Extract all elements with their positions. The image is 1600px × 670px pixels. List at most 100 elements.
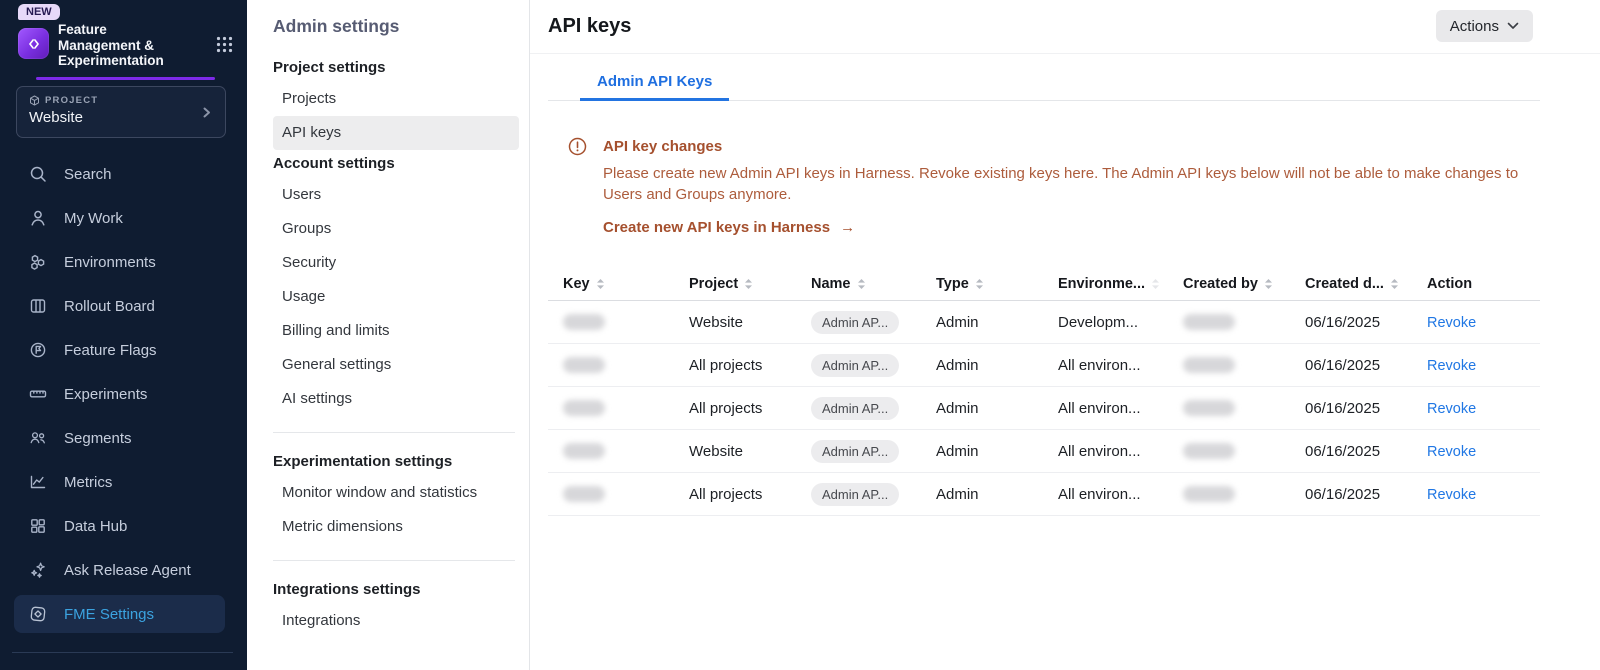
chevron-right-icon [200,106,213,119]
settings-item-security[interactable]: Security [273,246,515,280]
revoke-link[interactable]: Revoke [1427,401,1476,417]
sidebar-item-data-hub[interactable]: Data Hub [0,504,247,548]
settings-item-integrations[interactable]: Integrations [273,604,515,638]
key-cell [548,486,689,502]
column-header-created-date[interactable]: Created d... [1305,276,1427,292]
app-sidebar: NEW Feature Management & Experimentation [0,0,247,670]
project-cell: All projects [689,486,811,503]
sidebar-item-fme-settings[interactable]: FME Settings [0,592,247,636]
new-badge: NEW [18,4,60,20]
section-project-settings: Project settings [273,59,515,76]
sidebar-item-search[interactable]: Search [0,152,247,196]
sparkles-icon [28,560,48,580]
column-header-key[interactable]: Key [548,276,689,292]
revoke-link[interactable]: Revoke [1427,315,1476,331]
chevron-down-icon [1507,22,1519,30]
project-cell: Website [689,443,811,460]
project-cell: All projects [689,357,811,374]
name-pill: Admin AP... [811,354,899,377]
created-by-cell [1183,486,1305,502]
sidebar-nav: Search My Work Environments Rollout Boar… [0,152,247,636]
sort-icon [744,278,753,290]
brand-accent-bar [36,77,215,80]
tab-admin-api-keys[interactable]: Admin API Keys [580,73,729,101]
created-date-cell: 06/16/2025 [1305,486,1427,503]
name-cell: Admin AP... [811,311,936,334]
api-keys-table: Key Project Name Type Environme... Creat… [548,268,1540,516]
redacted-created-by [1183,314,1235,330]
settings-item-general-settings[interactable]: General settings [273,348,515,382]
name-pill: Admin AP... [811,311,899,334]
sidebar-item-environments[interactable]: Environments [0,240,247,284]
settings-item-ai-settings[interactable]: AI settings [273,382,515,416]
fme-settings-icon [28,604,48,624]
section-experimentation-settings: Experimentation settings [273,453,515,470]
settings-item-billing-and-limits[interactable]: Billing and limits [273,314,515,348]
sidebar-item-ask-release-agent[interactable]: Ask Release Agent [0,548,247,592]
sidebar-item-segments[interactable]: Segments [0,416,247,460]
column-header-action: Action [1427,276,1540,292]
redacted-key [563,314,605,330]
settings-item-projects[interactable]: Projects [273,82,515,116]
create-api-keys-link[interactable]: Create new API keys in Harness → [603,219,855,236]
created-date-cell: 06/16/2025 [1305,314,1427,331]
line-chart-icon [28,472,48,492]
created-by-cell [1183,357,1305,373]
api-key-notice: API key changes Please create new Admin … [548,128,1560,236]
type-cell: Admin [936,400,1058,417]
type-cell: Admin [936,486,1058,503]
settings-item-groups[interactable]: Groups [273,212,515,246]
column-header-created-by[interactable]: Created by [1183,276,1305,292]
name-cell: Admin AP... [811,483,936,506]
settings-item-metric-dimensions[interactable]: Metric dimensions [273,510,515,544]
type-cell: Admin [936,443,1058,460]
redacted-key [563,486,605,502]
sort-icon [1264,278,1273,290]
column-header-environment[interactable]: Environme... [1058,276,1183,292]
name-pill: Admin AP... [811,483,899,506]
settings-item-monitor-window[interactable]: Monitor window and statistics [273,476,515,510]
settings-nav: Admin settings Project settings Projects… [247,0,530,670]
revoke-link[interactable]: Revoke [1427,487,1476,503]
column-header-type[interactable]: Type [936,276,1058,292]
notice-body: Please create new Admin API keys in Harn… [603,163,1528,205]
created-date-cell: 06/16/2025 [1305,357,1427,374]
sort-icon [1390,278,1399,290]
table-row: Website Admin AP... Admin Developm... 06… [548,301,1540,344]
column-header-name[interactable]: Name [811,276,936,292]
app-title: Feature Management & Experimentation [58,22,216,69]
sidebar-item-feature-flags[interactable]: Feature Flags [0,328,247,372]
sidebar-item-my-work[interactable]: My Work [0,196,247,240]
settings-item-users[interactable]: Users [273,178,515,212]
sort-icon [857,278,866,290]
search-icon [28,164,48,184]
flag-icon [28,340,48,360]
column-header-project[interactable]: Project [689,276,811,292]
created-date-cell: 06/16/2025 [1305,443,1427,460]
project-selector[interactable]: PROJECT Website [16,86,226,138]
app-switcher-icon[interactable] [216,36,233,53]
revoke-link[interactable]: Revoke [1427,358,1476,374]
name-pill: Admin AP... [811,397,899,420]
sidebar-item-metrics[interactable]: Metrics [0,460,247,504]
table-row: All projects Admin AP... Admin All envir… [548,344,1540,387]
key-cell [548,314,689,330]
sidebar-item-experiments[interactable]: Experiments [0,372,247,416]
sidebar-item-rollout-board[interactable]: Rollout Board [0,284,247,328]
project-value: Website [29,109,213,126]
key-cell [548,443,689,459]
settings-nav-divider [273,432,515,433]
redacted-created-by [1183,400,1235,416]
table-header-row: Key Project Name Type Environme... Creat… [548,268,1540,301]
revoke-link[interactable]: Revoke [1427,444,1476,460]
data-hub-icon [28,516,48,536]
actions-button[interactable]: Actions [1436,10,1533,42]
settings-item-usage[interactable]: Usage [273,280,515,314]
board-columns-icon [28,296,48,316]
project-cell: All projects [689,400,811,417]
redacted-key [563,400,605,416]
project-cube-icon [29,95,40,106]
section-integrations-settings: Integrations settings [273,581,515,598]
settings-item-api-keys[interactable]: API keys [273,116,519,150]
redacted-created-by [1183,443,1235,459]
